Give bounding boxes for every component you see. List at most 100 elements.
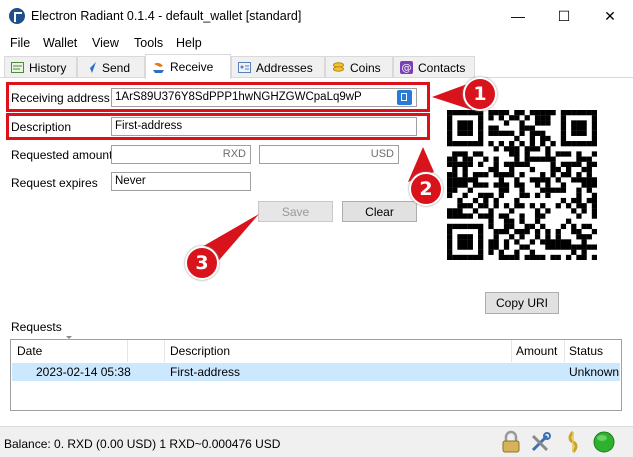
clear-button[interactable]: Clear [342, 201, 417, 222]
qr-module [576, 213, 582, 219]
qr-module [545, 208, 551, 214]
qr-module [514, 203, 520, 209]
qr-module [545, 156, 551, 162]
qr-module [540, 223, 546, 230]
tab-addresses[interactable]: Addresses [231, 56, 325, 78]
tab-contacts[interactable]: @ Contacts [393, 56, 475, 78]
qr-module [529, 130, 536, 136]
qr-module [498, 249, 504, 255]
menu-wallet[interactable]: Wallet [43, 36, 77, 50]
qr-module [550, 254, 556, 260]
qr-module [534, 120, 541, 126]
qr-module [555, 187, 561, 193]
qr-module [452, 110, 458, 116]
tab-history[interactable]: History [4, 56, 77, 78]
qr-module [565, 141, 572, 147]
qr-module [462, 156, 468, 162]
qr-module [447, 192, 453, 199]
col-header-date[interactable]: Date [17, 344, 42, 358]
tab-receive[interactable]: Receive [145, 54, 231, 79]
amount-usd-field[interactable]: USD [259, 145, 399, 164]
qr-module [462, 166, 468, 173]
qr-module [509, 223, 515, 230]
table-row[interactable]: 2023-02-14 05:38 First-address Unknown [12, 363, 620, 381]
qr-module [565, 161, 572, 167]
qr-module [457, 177, 463, 183]
network-status-icon[interactable] [592, 430, 616, 454]
qr-module [524, 156, 530, 162]
copy-uri-button[interactable]: Copy URI [485, 292, 559, 314]
qr-module [534, 213, 541, 219]
qr-module [493, 166, 499, 173]
amount-unit-rxd: RXD [222, 148, 246, 160]
qr-module [447, 125, 453, 131]
menu-view[interactable]: View [92, 36, 119, 50]
qr-module [576, 141, 582, 147]
qr-module [534, 182, 541, 188]
qr-module [447, 115, 453, 121]
qr-module [576, 177, 582, 183]
qr-module [457, 125, 463, 131]
qr-module [581, 166, 587, 173]
seed-icon[interactable] [561, 430, 585, 454]
tab-send[interactable]: Send [77, 56, 145, 78]
qr-module [462, 141, 468, 147]
lock-icon[interactable] [499, 430, 523, 454]
qr-module [529, 223, 536, 230]
col-header-status[interactable]: Status [569, 344, 603, 358]
qr-module [447, 228, 453, 235]
qr-module [524, 228, 530, 235]
send-icon [84, 61, 97, 74]
menu-tools[interactable]: Tools [134, 36, 163, 50]
qr-module [478, 135, 484, 142]
qr-module [555, 234, 561, 240]
qr-module [565, 203, 572, 209]
qr-module [498, 228, 504, 235]
close-button[interactable]: ✕ [587, 0, 633, 32]
qr-module [576, 151, 582, 157]
qr-module [586, 177, 592, 183]
request-expires-select[interactable]: Never [111, 172, 251, 191]
amount-rxd-field[interactable]: RXD [111, 145, 251, 164]
qr-module [591, 125, 597, 131]
qr-module [483, 197, 489, 204]
qr-module [447, 120, 453, 126]
qr-module [498, 254, 504, 260]
request-expires-label: Request expires [11, 176, 98, 190]
qr-module [540, 115, 546, 121]
preferences-icon[interactable] [529, 430, 553, 454]
qr-module [545, 187, 551, 193]
qr-module [571, 197, 577, 204]
qr-module [488, 166, 494, 173]
menu-help[interactable]: Help [176, 36, 202, 50]
maximize-button[interactable]: ☐ [541, 0, 587, 32]
qr-module [467, 110, 473, 116]
qr-module [545, 135, 551, 142]
qr-module [503, 146, 510, 152]
minimize-button[interactable]: — [495, 0, 541, 32]
qr-module [524, 223, 530, 230]
qr-module [560, 161, 567, 167]
qr-module [555, 239, 561, 245]
qr-module [519, 218, 525, 224]
qr-module [503, 172, 510, 178]
menu-file[interactable]: File [10, 36, 30, 50]
tab-coins[interactable]: Coins [325, 56, 393, 78]
col-divider [511, 340, 512, 362]
tab-receive-label: Receive [170, 60, 214, 74]
qr-module [509, 151, 515, 157]
qr-module [534, 115, 541, 121]
qr-module [550, 239, 556, 245]
qr-module [503, 182, 510, 188]
qr-module [509, 130, 515, 136]
col-header-amount[interactable]: Amount [516, 344, 557, 358]
col-header-description[interactable]: Description [170, 344, 230, 358]
qr-module [498, 130, 504, 136]
qr-module [571, 208, 577, 214]
qr-module [586, 166, 592, 173]
save-button[interactable]: Save [258, 201, 333, 222]
qr-module [571, 110, 577, 116]
qr-module [488, 218, 494, 224]
qr-module [478, 115, 484, 121]
qr-module [519, 244, 525, 250]
